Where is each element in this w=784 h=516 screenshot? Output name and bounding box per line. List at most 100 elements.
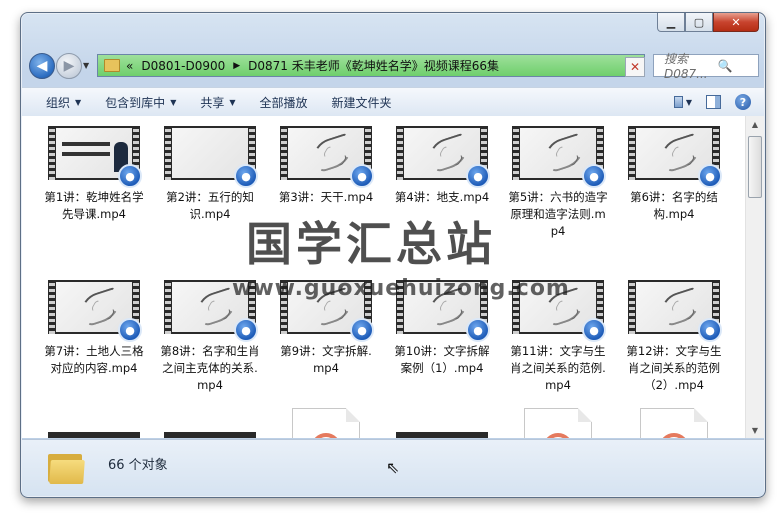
search-input[interactable]: 搜索 D087... 🔍	[653, 52, 759, 81]
file-name: 第5讲：六书的造字原理和造字法则.mp4	[508, 190, 608, 238]
include-in-library-menu[interactable]: 包含到库中 ▼	[105, 94, 176, 111]
folder-icon	[48, 450, 85, 484]
address-clear-button[interactable]: ✕	[625, 57, 645, 77]
file-item[interactable]	[392, 432, 492, 438]
arrow-left-icon: ◀	[36, 58, 48, 74]
video-thumbnail: ●	[512, 126, 606, 188]
video-thumbnail	[396, 432, 488, 438]
media-player-badge-icon: ●	[466, 164, 490, 188]
file-item[interactable]	[624, 408, 724, 438]
file-name: 第12讲：文字与生肖之间关系的范例（2）.mp4	[626, 344, 722, 392]
video-thumbnail: ●	[280, 126, 374, 188]
video-thumbnail	[48, 432, 140, 438]
video-thumbnail: ●	[628, 280, 722, 342]
help-button[interactable]: ?	[734, 94, 752, 110]
media-player-badge-icon: ●	[350, 318, 374, 342]
file-name: 第1讲：乾坤姓名学先导课.mp4	[44, 190, 144, 221]
media-player-badge-icon: ●	[234, 164, 258, 188]
video-file-icon	[640, 408, 708, 438]
search-placeholder: 搜索 D087...	[664, 52, 708, 81]
video-thumbnail: ●	[164, 126, 258, 188]
vertical-scrollbar[interactable]: ▲ ▼	[745, 116, 764, 438]
share-label: 共享	[200, 95, 225, 110]
file-name: 第2讲：五行的知识.mp4	[166, 190, 254, 221]
caption-buttons: ▁ ▢ ✕	[657, 13, 759, 32]
file-item[interactable]: ● 第4讲：地支.mp4	[392, 126, 492, 206]
breadcrumb-segment-1[interactable]: D0801-D0900	[141, 59, 225, 73]
file-name: 第4讲：地支.mp4	[394, 190, 490, 204]
file-item[interactable]: ● 第2讲：五行的知识.mp4	[160, 126, 260, 223]
share-menu[interactable]: 共享 ▼	[200, 94, 235, 111]
file-item[interactable]: ● 第6讲：名字的结构.mp4	[624, 126, 724, 223]
media-player-badge-icon: ●	[350, 164, 374, 188]
video-file-icon	[524, 408, 592, 438]
video-file-icon	[292, 408, 360, 438]
chevron-down-icon: ▼	[685, 97, 692, 107]
scroll-up-icon[interactable]: ▲	[746, 116, 764, 132]
file-name: 第11讲：文字与生肖之间关系的范例.mp4	[510, 344, 606, 392]
include-label: 包含到库中	[105, 95, 166, 110]
scroll-down-icon[interactable]: ▼	[746, 422, 764, 438]
chevron-down-icon: ▼	[229, 97, 236, 107]
media-player-badge-icon: ●	[234, 318, 258, 342]
file-name: 第3讲：天干.mp4	[278, 190, 374, 204]
change-view-button[interactable]: ▼	[674, 95, 692, 109]
watermark-url: www.guoxuehuizong.com	[232, 276, 570, 301]
media-player-badge-icon: ●	[582, 318, 606, 342]
file-item[interactable]: ● 第12讲：文字与生肖之间关系的范例（2）.mp4	[624, 280, 724, 394]
view-icon	[674, 96, 683, 108]
play-all-label: 全部播放	[259, 95, 308, 110]
file-item[interactable]: ● 第7讲：土地人三格对应的内容.mp4	[44, 280, 144, 377]
chevron-down-icon: ▼	[170, 97, 177, 107]
media-player-badge-icon: ●	[118, 318, 142, 342]
back-button[interactable]: ◀	[29, 53, 55, 79]
video-thumbnail: ●	[396, 126, 490, 188]
new-folder-button[interactable]: 新建文件夹	[332, 94, 392, 111]
file-name: 第6讲：名字的结构.mp4	[630, 190, 718, 221]
preview-pane-button[interactable]	[704, 95, 722, 109]
file-item[interactable]: ● 第3讲：天干.mp4	[276, 126, 376, 206]
media-player-badge-icon: ●	[582, 164, 606, 188]
file-name: 第10讲：文字拆解案例（1）.mp4	[394, 344, 490, 375]
help-icon: ?	[735, 94, 751, 110]
address-overflow[interactable]: «	[126, 59, 133, 73]
watermark-title: 国学汇总站	[246, 217, 496, 271]
search-icon[interactable]: 🔍	[708, 59, 758, 73]
file-name: 第7讲：土地人三格对应的内容.mp4	[44, 344, 144, 375]
breadcrumb-segment-2[interactable]: D0871 禾丰老师《乾坤姓名学》视频课程66集	[248, 57, 499, 74]
play-all-button[interactable]: 全部播放	[260, 94, 308, 111]
file-name: 第8讲：名字和生肖之间主克体的关系.mp4	[160, 344, 260, 392]
item-count: 66 个对象	[108, 458, 168, 473]
file-item[interactable]: ● 第5讲：六书的造字原理和造字法则.mp4	[508, 126, 608, 240]
file-item[interactable]: ● 第1讲：乾坤姓名学先导课.mp4	[44, 126, 144, 223]
video-thumbnail: ●	[48, 126, 142, 188]
chevron-down-icon: ▼	[75, 97, 82, 107]
video-thumbnail	[164, 432, 256, 438]
recent-pages-dropdown-icon[interactable]: ▼	[83, 61, 89, 70]
address-bar[interactable]: « D0801-D0900 ▶ D0871 禾丰老师《乾坤姓名学》视频课程66集…	[97, 54, 645, 77]
command-bar: 组织 ▼ 包含到库中 ▼ 共享 ▼ 全部播放 新建文件夹 ▼ ?	[22, 87, 764, 117]
preview-pane-icon	[705, 95, 721, 109]
forward-button[interactable]: ▶	[56, 53, 82, 79]
file-item[interactable]	[508, 408, 608, 438]
media-player-badge-icon: ●	[118, 164, 142, 188]
media-player-badge-icon: ●	[466, 318, 490, 342]
file-item[interactable]	[44, 432, 144, 438]
video-thumbnail: ●	[48, 280, 142, 342]
new-folder-label: 新建文件夹	[331, 95, 392, 110]
minimize-button[interactable]: ▁	[657, 13, 685, 32]
organize-menu[interactable]: 组织 ▼	[46, 94, 81, 111]
video-thumbnail: ●	[628, 126, 722, 188]
breadcrumb-separator-icon[interactable]: ▶	[233, 61, 240, 71]
organize-label: 组织	[46, 95, 71, 110]
maximize-button[interactable]: ▢	[685, 13, 713, 32]
media-player-badge-icon: ●	[698, 318, 722, 342]
scroll-thumb[interactable]	[748, 136, 762, 198]
mouse-cursor-icon: ⇖	[386, 458, 400, 477]
folder-icon	[104, 59, 120, 72]
file-name: 第9讲：文字拆解.mp4	[280, 344, 372, 375]
file-item[interactable]	[160, 432, 260, 438]
close-button[interactable]: ✕	[713, 13, 759, 32]
file-item[interactable]	[276, 408, 376, 438]
media-player-badge-icon: ●	[698, 164, 722, 188]
